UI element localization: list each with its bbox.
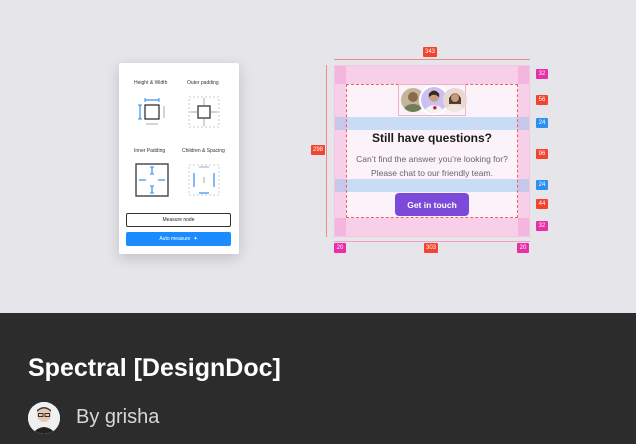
avatar-group	[398, 84, 467, 116]
avatar	[443, 88, 467, 112]
padding-right-band	[518, 66, 529, 236]
bottom-dimension-line	[334, 241, 530, 242]
padding-top-band	[335, 66, 529, 84]
height-dimension-line	[326, 65, 327, 237]
children-spacing-icon[interactable]	[187, 163, 221, 197]
text-height-badge: 96	[536, 149, 548, 159]
padding-left-badge: 20	[334, 243, 346, 253]
width-dimension-line	[334, 59, 530, 60]
height-width-icon[interactable]	[135, 95, 169, 129]
card-description: Can’t find the answer you’re looking for…	[356, 154, 508, 178]
option-label-children-spacing: Children & Spacing	[182, 148, 225, 154]
measure-node-button[interactable]: Measure node	[126, 213, 231, 227]
inner-width-badge: 303	[424, 243, 439, 253]
auto-measure-button[interactable]: Auto measure ✦	[126, 232, 231, 246]
padding-top-badge: 32	[536, 69, 548, 79]
option-label-height-width: Height & Width	[134, 80, 168, 86]
padding-right-badge: 20	[517, 243, 529, 253]
card-title: Still have questions?	[371, 131, 493, 145]
padding-bottom-badge: 32	[536, 221, 548, 231]
inner-padding-icon[interactable]	[135, 163, 169, 197]
width-badge: 343	[423, 47, 438, 57]
auto-measure-label: Auto measure	[159, 236, 191, 242]
button-height-badge: 44	[536, 199, 548, 209]
file-title[interactable]: Spectral [DesignDoc]	[28, 354, 281, 383]
user-avatar-icon[interactable]	[28, 402, 60, 434]
outer-padding-icon[interactable]	[187, 95, 221, 129]
option-label-outer-padding: Outer padding	[187, 80, 219, 86]
get-in-touch-button[interactable]: Get in touch	[395, 193, 469, 216]
gap-top-badge: 24	[536, 118, 548, 128]
option-label-inner-padding: Inner Padding	[134, 148, 166, 154]
padding-bottom-band	[335, 218, 529, 236]
height-badge: 298	[311, 145, 326, 155]
avatar-height-badge: 56	[536, 95, 548, 105]
sparkle-icon: ✦	[193, 236, 198, 242]
plugin-panel: Height & Width Outer padding Inner Paddi…	[119, 63, 239, 254]
author-byline[interactable]: By grisha	[76, 406, 159, 429]
gap-bottom-badge: 24	[536, 180, 548, 190]
padding-left-band	[335, 66, 346, 236]
file-preview[interactable]: Height & Width Outer padding Inner Paddi…	[0, 0, 636, 313]
